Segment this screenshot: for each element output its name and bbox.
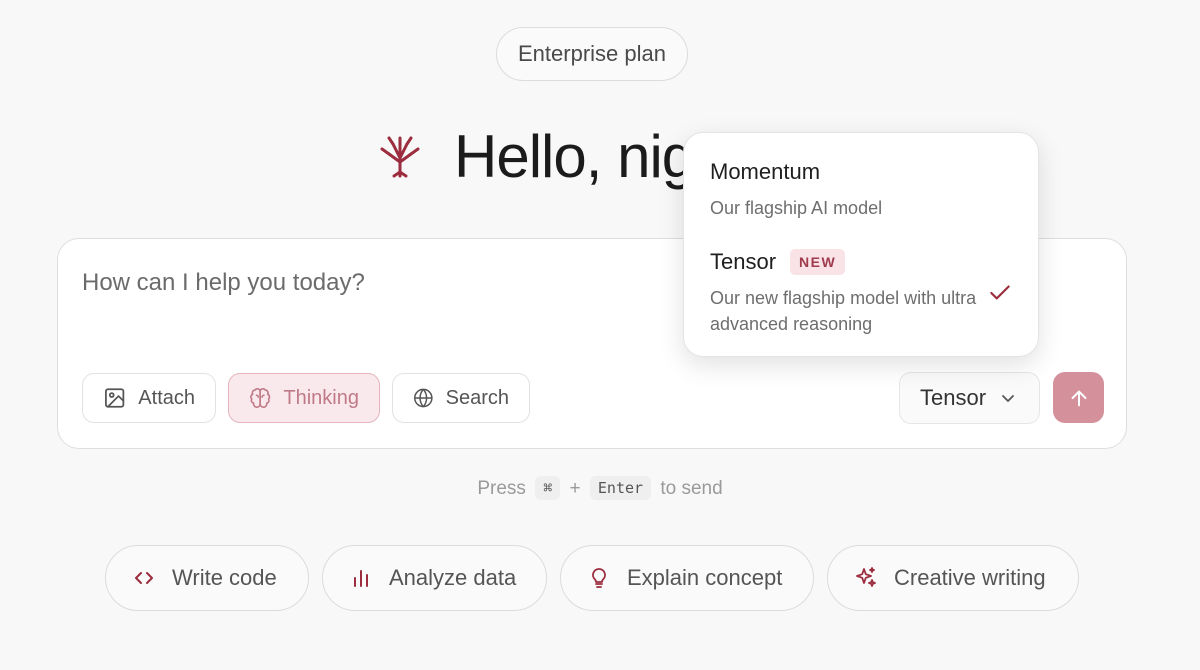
brain-icon — [250, 388, 271, 408]
model-selector-label: Tensor — [920, 385, 987, 410]
lightbulb-icon — [592, 568, 606, 588]
checkmark-icon — [990, 285, 1010, 300]
prompt-input[interactable]: How can I help you today? — [82, 269, 365, 297]
model-option-name-row: Tensor NEW — [710, 249, 980, 275]
sparkles-icon — [856, 567, 876, 587]
image-icon — [105, 388, 125, 408]
model-option-name: Momentum — [710, 159, 821, 184]
arrow-up-icon — [1071, 390, 1086, 406]
greeting-row: Hello, nigh — [376, 118, 728, 194]
search-button[interactable]: Search — [392, 373, 530, 423]
chevron-down-icon — [1002, 395, 1014, 402]
creative-writing-chip[interactable]: Creative writing — [827, 545, 1079, 611]
hint-suffix: to send — [660, 478, 723, 499]
explain-concept-chip[interactable]: Explain concept — [560, 545, 814, 611]
creative-writing-label: Creative writing — [894, 565, 1046, 590]
attach-label: Attach — [138, 386, 195, 409]
globe-icon — [413, 388, 433, 408]
tree-logo-icon — [380, 136, 420, 178]
model-option-momentum[interactable]: Momentum Our flagship AI model — [710, 159, 882, 221]
explain-concept-label: Explain concept — [627, 565, 783, 590]
bar-chart-icon — [354, 570, 368, 587]
thinking-toggle[interactable]: Thinking — [228, 373, 380, 423]
cmd-key: ⌘ — [535, 476, 561, 500]
model-option-description: Our flagship AI model — [710, 198, 883, 218]
attach-button[interactable]: Attach — [82, 373, 216, 423]
send-shortcut-hint: Press ⌘ + Enter to send — [0, 476, 1200, 500]
analyze-data-chip[interactable]: Analyze data — [322, 545, 547, 611]
model-dropdown-menu: Momentum Our flagship AI model Tensor NE… — [683, 132, 1039, 357]
model-option-name: Tensor — [710, 249, 777, 274]
new-badge: NEW — [790, 249, 846, 275]
search-label: Search — [445, 386, 509, 409]
write-code-label: Write code — [172, 565, 277, 590]
hint-plus: + — [569, 478, 581, 499]
enter-key: Enter — [589, 476, 652, 500]
model-selector[interactable]: Tensor — [899, 372, 1040, 424]
send-button[interactable] — [1053, 372, 1104, 423]
hint-press: Press — [477, 478, 526, 499]
thinking-label: Thinking — [283, 386, 359, 409]
model-option-description: Our new flagship model with ultra advanc… — [710, 288, 977, 334]
write-code-chip[interactable]: Write code — [105, 545, 309, 611]
model-option-tensor[interactable]: Tensor NEW Our new flagship model with u… — [710, 249, 980, 337]
analyze-data-label: Analyze data — [389, 565, 517, 590]
code-icon — [135, 572, 153, 584]
enterprise-plan-badge[interactable]: Enterprise plan — [496, 27, 688, 81]
app-root: Enterprise plan Hello, nigh How can I he… — [0, 0, 1200, 670]
